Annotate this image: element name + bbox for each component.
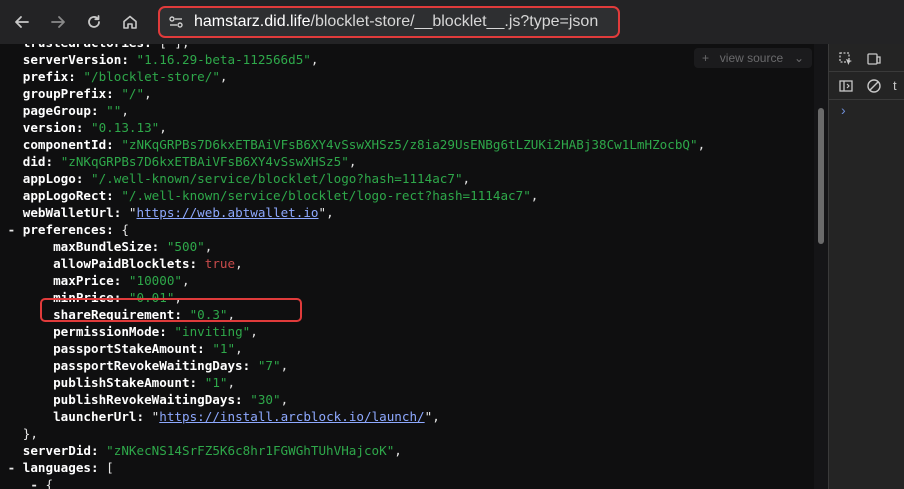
code-line: serverVersion: "1.16.29-beta-112566d5", bbox=[22, 52, 319, 67]
json-key: componentId: bbox=[22, 137, 114, 152]
json-string-value: "1" bbox=[212, 341, 236, 356]
browser-toolbar: hamstarz.did.life/blocklet-store/__block… bbox=[0, 0, 904, 44]
address-bar-url: hamstarz.did.life/blocklet-store/__block… bbox=[194, 13, 598, 31]
json-string-value: "30" bbox=[250, 392, 281, 407]
address-bar[interactable]: hamstarz.did.life/blocklet-store/__block… bbox=[158, 6, 620, 38]
json-key: permissionMode: bbox=[53, 324, 167, 339]
json-key: passportRevokeWaitingDays: bbox=[53, 358, 251, 373]
code-line: - { bbox=[0, 477, 53, 489]
sidebar-icon[interactable] bbox=[837, 77, 855, 95]
json-string-value: "" bbox=[106, 103, 122, 118]
json-key: pageGroup: bbox=[22, 103, 99, 118]
highlight-allow-paid-blocklets bbox=[40, 298, 302, 322]
inspect-icon[interactable] bbox=[837, 50, 855, 68]
json-viewer: trustedFactories: [ ], serverVersion: "1… bbox=[0, 44, 828, 489]
code-line: maxBundleSize: "500", bbox=[53, 239, 213, 254]
code-line: allowPaidBlocklets: true, bbox=[53, 256, 243, 271]
json-key: launcherUrl: bbox=[53, 409, 145, 424]
device-toggle-icon[interactable] bbox=[865, 50, 883, 68]
code-line: passportStakeAmount: "1", bbox=[53, 341, 243, 356]
url-host: hamstarz.did.life bbox=[194, 13, 311, 30]
json-string-value: "1" bbox=[204, 375, 228, 390]
json-link-value[interactable]: https://install.arcblock.io/launch/ bbox=[159, 409, 424, 424]
code-line: maxPrice: "10000", bbox=[53, 273, 190, 288]
devtools-panel: t › bbox=[828, 44, 904, 489]
devtools-toolbar bbox=[829, 44, 904, 72]
json-key: did: bbox=[22, 154, 54, 169]
json-code: trustedFactories: [ ], serverVersion: "1… bbox=[0, 44, 706, 489]
json-key: preferences: bbox=[22, 222, 114, 237]
json-key: passportStakeAmount: bbox=[53, 341, 205, 356]
json-string-value: "/.well-known/service/blocklet/logo?hash… bbox=[91, 171, 463, 186]
plus-icon: + bbox=[702, 51, 710, 65]
json-key: languages: bbox=[22, 460, 99, 475]
json-key: maxBundleSize: bbox=[53, 239, 160, 254]
code-line: pageGroup: "", bbox=[22, 103, 129, 118]
site-settings-icon[interactable] bbox=[168, 14, 184, 35]
json-key: version: bbox=[22, 120, 84, 135]
code-line: version: "0.13.13", bbox=[22, 120, 167, 135]
json-string-value: "500" bbox=[166, 239, 205, 254]
code-line: passportRevokeWaitingDays: "7", bbox=[53, 358, 289, 373]
json-key: appLogo: bbox=[22, 171, 84, 186]
json-string-value: "/blocklet-store/" bbox=[83, 69, 220, 84]
forward-icon[interactable] bbox=[46, 10, 70, 34]
code-line: appLogo: "/.well-known/service/blocklet/… bbox=[22, 171, 471, 186]
json-string-value: "inviting" bbox=[174, 324, 251, 339]
code-line: webWalletUrl: "https://web.abtwallet.io"… bbox=[22, 205, 334, 220]
json-key: serverVersion: bbox=[22, 52, 129, 67]
console-prompt[interactable]: › bbox=[841, 102, 846, 118]
json-link-value[interactable]: https://web.abtwallet.io bbox=[137, 205, 319, 220]
code-line: permissionMode: "inviting", bbox=[53, 324, 258, 339]
json-string-value: "1.16.29-beta-112566d5" bbox=[136, 52, 311, 67]
code-line: appLogoRect: "/.well-known/service/block… bbox=[22, 188, 539, 203]
json-string-value: "0.13.13" bbox=[91, 120, 160, 135]
json-key: allowPaidBlocklets: bbox=[53, 256, 198, 271]
view-source-button[interactable]: + view source ⌄ bbox=[694, 48, 812, 68]
json-string-value: "/" bbox=[121, 86, 145, 101]
code-line: groupPrefix: "/", bbox=[22, 86, 152, 101]
chevron-down-icon: ⌄ bbox=[793, 51, 804, 65]
json-key: publishRevokeWaitingDays: bbox=[53, 392, 243, 407]
code-line: prefix: "/blocklet-store/", bbox=[22, 69, 228, 84]
back-icon[interactable] bbox=[10, 10, 34, 34]
json-key: maxPrice: bbox=[53, 273, 122, 288]
json-string-value: "10000" bbox=[128, 273, 182, 288]
scrollbar-thumb[interactable] bbox=[818, 108, 824, 244]
code-line: - languages: [ bbox=[0, 460, 114, 475]
code-line: publishRevokeWaitingDays: "30", bbox=[53, 392, 289, 407]
collapse-toggle[interactable]: - bbox=[0, 477, 46, 489]
json-key: prefix: bbox=[22, 69, 76, 84]
view-source-label: view source bbox=[719, 51, 784, 65]
json-string-value: "7" bbox=[257, 358, 281, 373]
code-line: launcherUrl: "https://install.arcblock.i… bbox=[53, 409, 440, 424]
devtools-clipped-label: t bbox=[893, 78, 897, 93]
json-string-value: "/.well-known/service/blocklet/logo-rect… bbox=[121, 188, 531, 203]
collapse-toggle[interactable]: - bbox=[0, 460, 23, 475]
json-string-value: "zNKecNS14SrFZ5K6c8hr1FGWGhTUhVHajcoK" bbox=[106, 443, 395, 458]
code-line: }, bbox=[0, 426, 38, 441]
json-key: serverDid: bbox=[22, 443, 99, 458]
json-key: groupPrefix: bbox=[22, 86, 114, 101]
home-icon[interactable] bbox=[118, 10, 142, 34]
code-line: trustedFactories: [ ], bbox=[0, 44, 190, 50]
code-line: publishStakeAmount: "1", bbox=[53, 375, 236, 390]
code-line: serverDid: "zNKecNS14SrFZ5K6c8hr1FGWGhTU… bbox=[22, 443, 402, 458]
json-string-value: "zNKqGRPBs7D6kxETBAiVFsB6XY4vSswXHSz5" bbox=[60, 154, 349, 169]
clear-icon[interactable] bbox=[865, 77, 883, 95]
console-toolbar: t bbox=[829, 72, 904, 100]
code-line: did: "zNKqGRPBs7D6kxETBAiVFsB6XY4vSswXHS… bbox=[22, 154, 357, 169]
code-line: componentId: "zNKqGRPBs7D6kxETBAiVFsB6XY… bbox=[22, 137, 706, 152]
collapse-toggle[interactable]: - bbox=[0, 222, 23, 237]
json-key: publishStakeAmount: bbox=[53, 375, 198, 390]
scrollbar[interactable] bbox=[814, 44, 828, 489]
code-line: - preferences: { bbox=[0, 222, 129, 237]
reload-icon[interactable] bbox=[82, 10, 106, 34]
json-key: appLogoRect: bbox=[22, 188, 114, 203]
json-boolean-value: true bbox=[204, 256, 236, 271]
url-path: /blocklet-store/__blocklet__.js?type=jso… bbox=[310, 13, 599, 30]
json-string-value: "zNKqGRPBs7D6kxETBAiVFsB6XY4vSswXHSz5/z8… bbox=[121, 137, 698, 152]
json-key: webWalletUrl: bbox=[22, 205, 122, 220]
json-key: trustedFactories: bbox=[23, 44, 152, 50]
